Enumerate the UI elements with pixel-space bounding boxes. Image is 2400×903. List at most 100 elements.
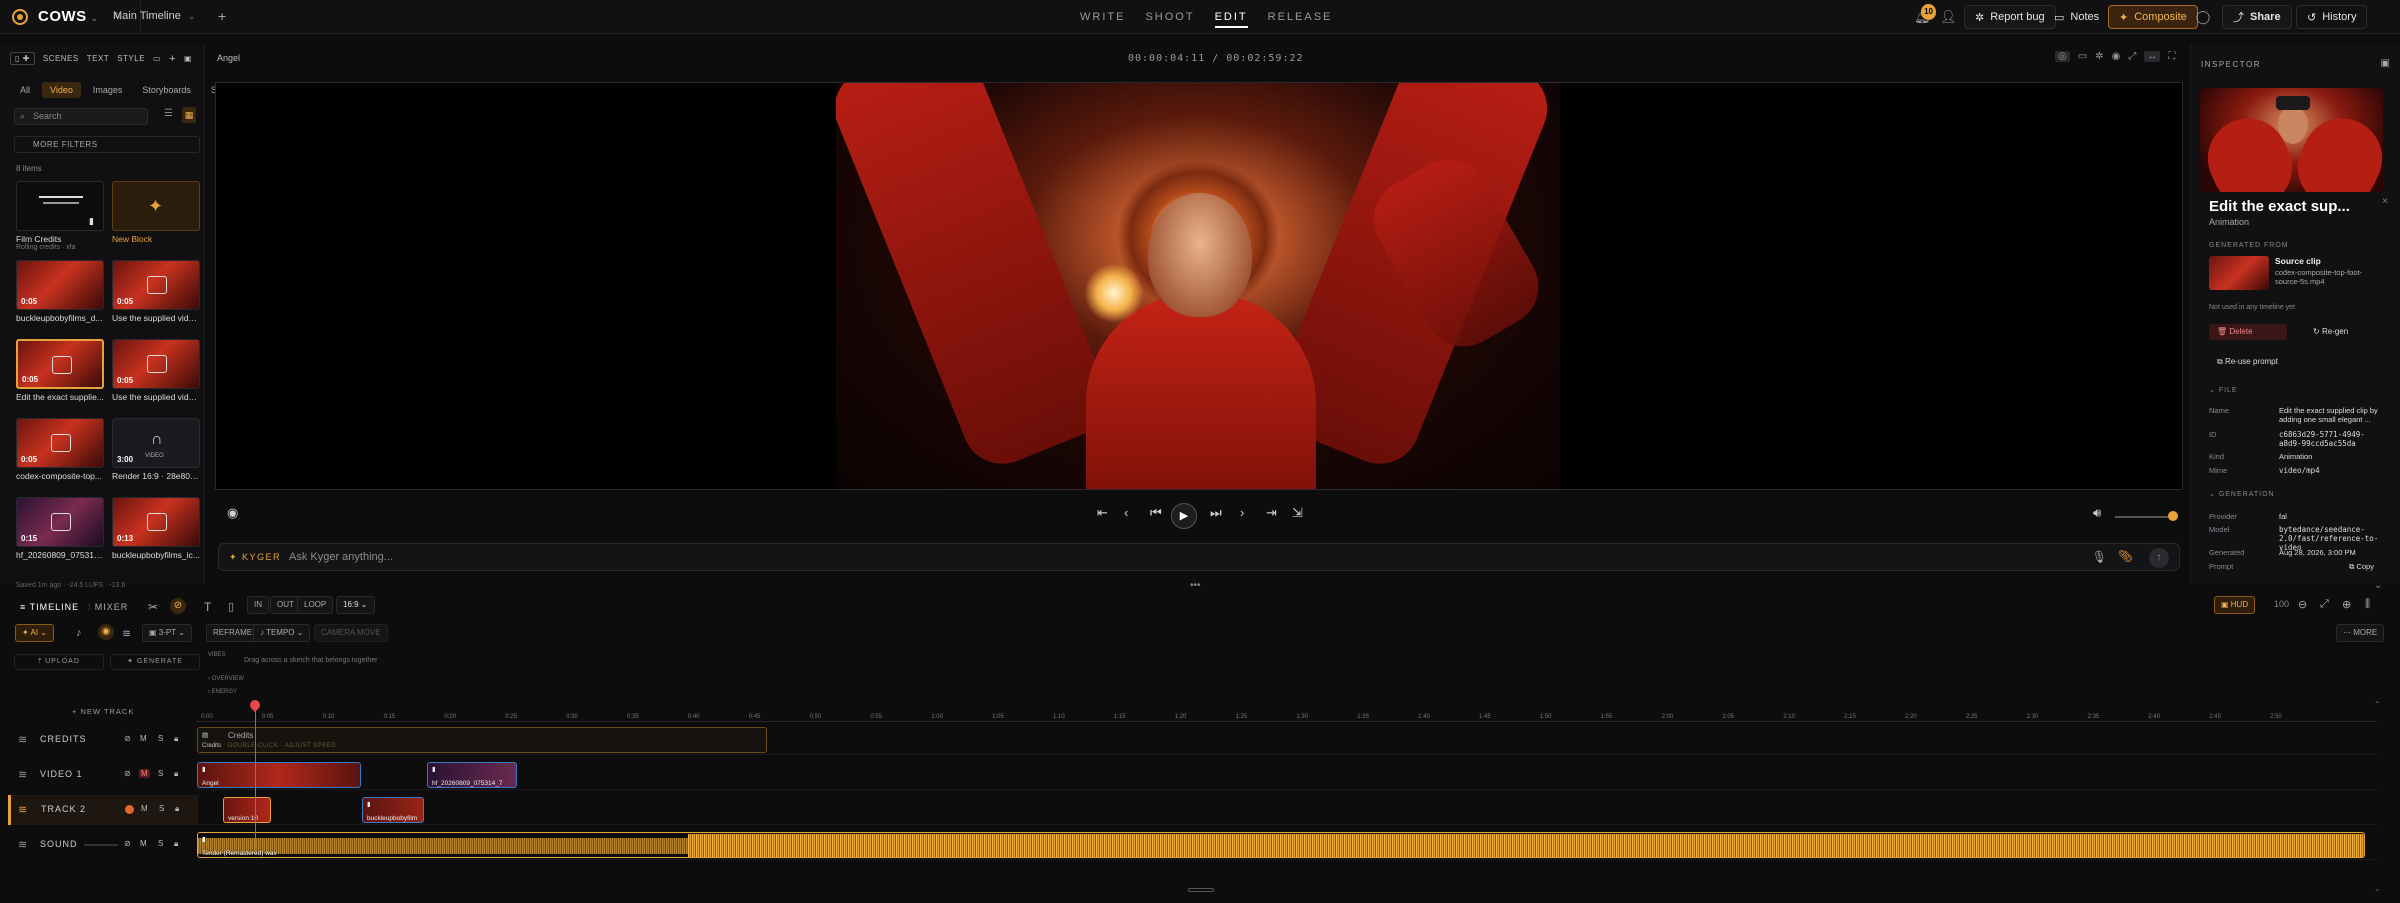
filter-images[interactable]: Images	[85, 82, 131, 98]
video-player[interactable]	[215, 82, 2183, 490]
media-card[interactable]: 0:05 Use the supplied vide...	[112, 260, 200, 330]
loop-end-icon[interactable]: ⇲	[1292, 505, 1303, 521]
solo-button[interactable]: S	[158, 839, 163, 848]
prev-frame-icon[interactable]: ‹	[1124, 505, 1128, 520]
section-file[interactable]: ⌄ FILE	[2209, 386, 2238, 394]
lock-icon[interactable]: 🔒︎	[175, 804, 179, 814]
delete-button[interactable]: 🗑︎ Delete	[2209, 324, 2287, 340]
report-bug-button[interactable]: ✲ Report bug	[1964, 5, 2056, 29]
volume-slider[interactable]	[2115, 516, 2175, 518]
clip-version[interactable]: version 10	[223, 797, 271, 823]
list-view-icon[interactable]: ☰	[164, 108, 173, 119]
ai-button[interactable]: ✦ AI ⌄	[15, 624, 54, 642]
in-button[interactable]: IN	[247, 596, 269, 614]
resize-handle[interactable]: •••	[1190, 580, 1201, 591]
mic-icon[interactable]: 🎙︎	[2092, 550, 2107, 564]
track-credits[interactable]: ≋ CREDITS ⊘ M S 🔒︎	[8, 725, 198, 755]
timeline-scroll-handle[interactable]	[1188, 888, 1214, 892]
to-start-icon[interactable]: ⇤	[1097, 505, 1108, 521]
solo-button[interactable]: S	[158, 734, 163, 743]
media-card[interactable]: 0:05 buckleupbobyfilms_d...	[16, 260, 104, 330]
ask-bar[interactable]: ✦ KYGER Ask Kyger anything... 🎙︎ 📎︎ ↑	[218, 543, 2180, 571]
search-input[interactable]: Search	[14, 108, 148, 125]
tab-text[interactable]: TEXT	[87, 54, 109, 63]
magic-icon[interactable]: ✲	[2095, 51, 2103, 62]
ask-input[interactable]: Ask Kyger anything...	[289, 551, 393, 563]
chat-icon[interactable]: ◯	[2195, 9, 2211, 25]
composite-button[interactable]: ✦ Composite	[2108, 5, 2198, 29]
grid-view-icon[interactable]: ▦	[182, 107, 196, 123]
aspect-select[interactable]: 16:9 ⌄	[336, 596, 375, 614]
overview-label[interactable]: › OVERVIEW	[208, 676, 244, 682]
track-video-1[interactable]: ≋ VIDEO 1 ⊘ M S 🔒︎	[8, 760, 198, 790]
copy-button[interactable]: ⧉ Copy	[2349, 562, 2400, 571]
layers-icon[interactable]: ≋	[122, 627, 131, 640]
media-card[interactable]: 0:13 buckleupbobyfilms_ic...	[112, 497, 200, 567]
source-thumb[interactable]	[2209, 256, 2269, 290]
track-sound[interactable]: ≋ SOUND ⊘ M S 🔒︎	[8, 830, 198, 860]
section-generation[interactable]: ⌄ GENERATION	[2209, 490, 2275, 498]
mute-button[interactable]: M	[141, 804, 148, 813]
media-card[interactable]: 0:15 hf_20260809_075314...	[16, 497, 104, 567]
energy-label[interactable]: › ENERGY	[208, 689, 237, 695]
add-timeline-icon[interactable]: +	[218, 8, 226, 24]
bell-icon[interactable]: 🔔︎10	[1914, 4, 1936, 25]
text-tool-icon[interactable]: T	[204, 600, 211, 614]
lane-video-1[interactable]: ▮ Angel ▮ hf_20260809_075314_7	[197, 760, 2377, 790]
fullscreen-icon[interactable]: ⛶	[2168, 51, 2175, 62]
to-end-icon[interactable]: ⇥	[1266, 505, 1277, 521]
generate-button[interactable]: ✦ GENERATE	[110, 654, 200, 670]
lock-icon[interactable]: 🔒︎	[174, 839, 178, 849]
tab-shoot[interactable]: SHOOT	[1145, 11, 1194, 28]
media-card[interactable]: 0:05 Use the supplied vide...	[112, 339, 200, 409]
tab-edit[interactable]: EDIT	[1214, 11, 1248, 28]
timeline-ruler[interactable]: 0:00 0:05 0:10 0:15 0:20 0:25 0:30 0:35 0:40 0:45…	[197, 710, 2377, 722]
three-point-select[interactable]: ▣ 3-PT ⌄	[142, 624, 192, 642]
users-icon[interactable]: 👤︎	[1940, 9, 1957, 25]
tab-release[interactable]: RELEASE	[1268, 11, 1333, 28]
panel-toggle-icon[interactable]: ▯ ✚	[10, 52, 35, 65]
volume-handle[interactable]	[2168, 511, 2178, 521]
eye-toggle-icon[interactable]: ◉	[98, 624, 114, 640]
tab-write[interactable]: WRITE	[1080, 11, 1125, 28]
mute-button[interactable]: M	[139, 769, 150, 778]
loop-button[interactable]: LOOP	[297, 596, 334, 614]
add-icon[interactable]: +	[169, 53, 176, 65]
track-2[interactable]: ≋ TRACK 2 M S 🔒︎	[8, 795, 198, 825]
reuse-prompt-button[interactable]: ⧉ Re-use prompt	[2209, 354, 2286, 370]
filter-all[interactable]: All	[12, 82, 38, 98]
marker-icon[interactable]: ▯	[228, 600, 234, 613]
lane-sound[interactable]: ▮ Tender (Remastered) wav	[197, 830, 2377, 860]
play-button[interactable]: ▶	[1171, 503, 1197, 529]
clip-sound[interactable]: ▮ Tender (Remastered) wav	[197, 832, 2365, 858]
expand-icon[interactable]: ⤢	[2128, 51, 2136, 62]
zoom-in-icon[interactable]: ⊕	[2342, 598, 2351, 611]
fit-icon[interactable]: ⤢	[2320, 598, 2329, 611]
panel-icon[interactable]: ▣	[2381, 58, 2390, 69]
attach-icon[interactable]: 📎︎	[2118, 549, 2133, 563]
music-note-icon[interactable]: ♪	[76, 627, 82, 639]
logo-icon[interactable]	[12, 9, 28, 25]
volume-icon[interactable]: 🔊︎	[2093, 505, 2101, 521]
more-button[interactable]: ⋯ MORE	[2336, 624, 2385, 642]
step-forward-icon[interactable]: ⏭︎	[1210, 505, 1222, 521]
fx-icon[interactable]: ⊘	[124, 839, 131, 848]
comment-icon[interactable]: ▭	[2078, 51, 2087, 62]
eye-icon[interactable]: ◉	[2112, 51, 2121, 62]
playhead[interactable]	[255, 700, 256, 850]
zoom-out-icon[interactable]: ⊖	[2298, 598, 2307, 611]
layout-icon[interactable]: ▣	[184, 54, 192, 63]
project-name[interactable]: COWS ⌄	[38, 8, 99, 25]
close-icon[interactable]: ×	[2382, 196, 2388, 207]
tab-scenes[interactable]: SCENES	[43, 54, 79, 63]
media-card[interactable]: 0:05 codex-composite-top...	[16, 418, 104, 488]
tab-mixer[interactable]: ⫶ MIXER	[88, 602, 128, 613]
more-filters-button[interactable]: MORE FILTERS	[14, 136, 200, 153]
timeline-selector[interactable]: Main Timeline ⌄	[113, 10, 195, 22]
lock-icon[interactable]: 🔒︎	[174, 734, 178, 744]
solo-button[interactable]: S	[158, 769, 163, 778]
lock-icon[interactable]: 🔒︎	[174, 769, 178, 779]
media-card-selected[interactable]: 0:05 Edit the exact supplie...	[16, 339, 104, 409]
share-button[interactable]: ⤴ Share	[2222, 5, 2292, 29]
filter-storyboards[interactable]: Storyboards	[134, 82, 199, 98]
